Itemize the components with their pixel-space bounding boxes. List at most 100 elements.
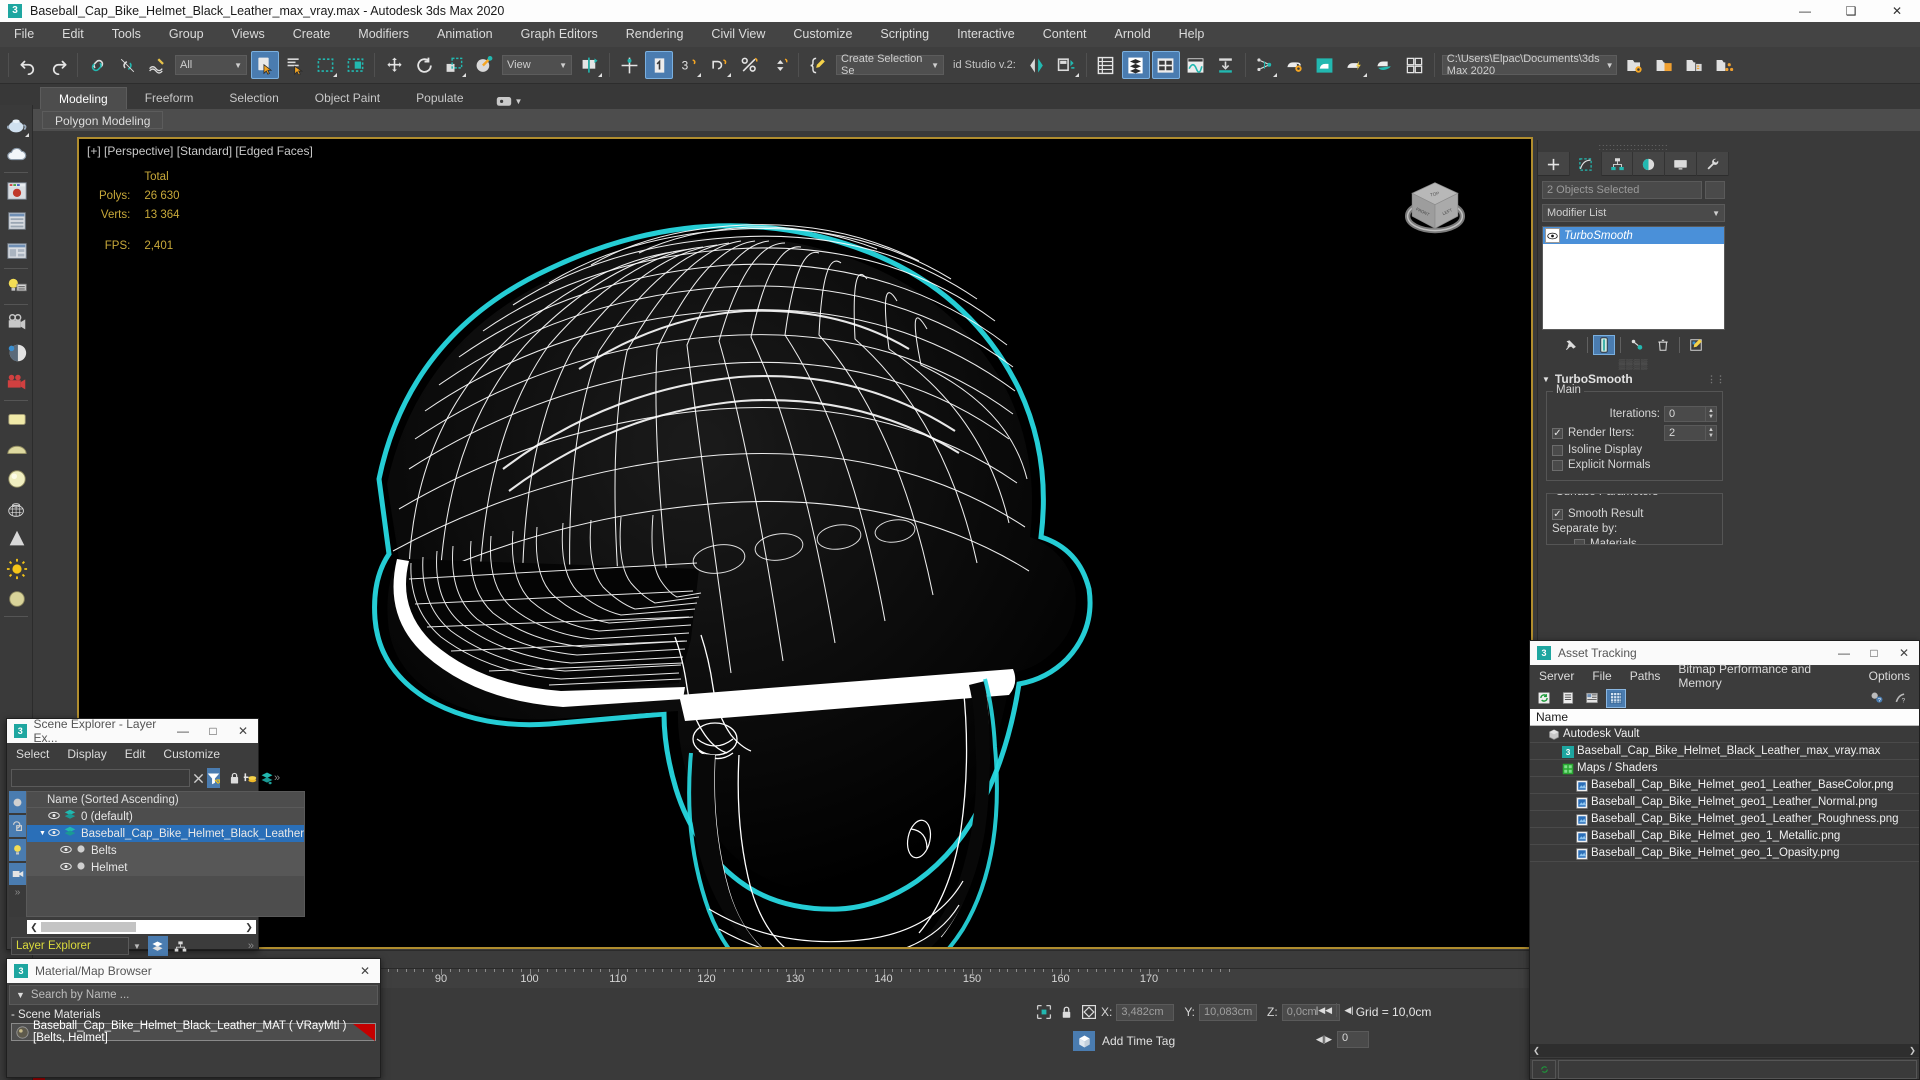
menu-views[interactable]: Views bbox=[218, 22, 279, 47]
undo-button[interactable] bbox=[14, 51, 42, 79]
tab-hierarchy[interactable] bbox=[1602, 152, 1634, 176]
scene-explorer-minimize-button[interactable]: — bbox=[168, 719, 198, 743]
eye-icon[interactable] bbox=[60, 845, 72, 857]
select-object-button[interactable] bbox=[251, 51, 279, 79]
menu-customize[interactable]: Customize bbox=[779, 22, 866, 47]
asset-tracking-column-header[interactable]: Name bbox=[1530, 709, 1919, 726]
add-layer-icon[interactable] bbox=[243, 768, 257, 788]
menu-create[interactable]: Create bbox=[279, 22, 345, 47]
detail-view-icon[interactable] bbox=[1582, 689, 1602, 708]
object-color-swatch[interactable] bbox=[1705, 181, 1725, 199]
side-overflow-icon[interactable]: » bbox=[9, 887, 26, 898]
asset-tracking-menu-server[interactable]: Server bbox=[1530, 669, 1583, 683]
project-assets-button[interactable] bbox=[1711, 51, 1739, 79]
slate-material-editor-icon[interactable] bbox=[2, 206, 31, 235]
asset-tracking-row[interactable]: Maps / Shaders bbox=[1530, 760, 1919, 777]
select-and-link-icon[interactable] bbox=[83, 51, 111, 79]
unlink-selection-icon[interactable] bbox=[113, 51, 141, 79]
asset-tracking-close-button[interactable]: ✕ bbox=[1889, 641, 1919, 665]
lock-selection-icon[interactable] bbox=[1055, 1002, 1077, 1022]
object-name-input[interactable] bbox=[1542, 181, 1702, 199]
cone-primitive-icon[interactable] bbox=[2, 524, 31, 553]
explorer-mode-select[interactable]: Layer Explorer bbox=[11, 937, 129, 955]
view-cube[interactable]: TOP FRONT LEFT bbox=[1397, 169, 1473, 245]
create-object-teapot-icon[interactable] bbox=[2, 110, 31, 139]
x-value[interactable]: 3,482cm bbox=[1116, 1003, 1175, 1021]
list-view-icon[interactable] bbox=[1558, 689, 1578, 708]
spinner-snap-arrows-button[interactable] bbox=[765, 51, 793, 79]
tab-utilities[interactable] bbox=[1697, 152, 1729, 176]
asset-tracking-menu-bitmap-performance-and-memory[interactable]: Bitmap Performance and Memory bbox=[1669, 662, 1859, 690]
previous-frame-button[interactable]: ◀| bbox=[1340, 1001, 1358, 1019]
selection-filter-select[interactable]: All ▼ bbox=[175, 55, 247, 75]
asset-tracking-row[interactable]: Autodesk Vault bbox=[1530, 726, 1919, 743]
hemisphere-primitive-icon[interactable] bbox=[2, 434, 31, 463]
show-end-result-button[interactable] bbox=[1593, 335, 1615, 355]
render-iters-checkbox[interactable]: ✓ bbox=[1552, 427, 1563, 439]
eye-icon[interactable] bbox=[48, 828, 60, 840]
material-browser-search-row[interactable]: ▼ Search by Name ... bbox=[9, 985, 378, 1005]
iterations-spinner[interactable]: ▲ ▼ bbox=[1706, 406, 1717, 422]
time-tag-icon[interactable] bbox=[1073, 1031, 1095, 1051]
scrollbar-thumb[interactable] bbox=[41, 922, 136, 932]
menu-scripting[interactable]: Scripting bbox=[866, 22, 943, 47]
ribbon-tab-modeling[interactable]: Modeling bbox=[40, 87, 127, 109]
scene-explorer-row[interactable]: Belts bbox=[27, 842, 305, 859]
configure-modifier-sets-button[interactable] bbox=[1685, 335, 1707, 355]
physical-camera-icon[interactable] bbox=[2, 338, 31, 367]
bind-to-space-warp-icon[interactable] bbox=[143, 51, 171, 79]
mirror-button[interactable] bbox=[1023, 51, 1051, 79]
scroll-left-icon[interactable]: ❮ bbox=[27, 922, 41, 933]
rectangular-selection-region-button[interactable] bbox=[311, 51, 339, 79]
open-folder-button[interactable] bbox=[1651, 51, 1679, 79]
light-lister-icon[interactable] bbox=[2, 272, 31, 301]
asset-tracking-row[interactable]: Baseball_Cap_Bike_Helmet_geo_1_Metallic.… bbox=[1530, 828, 1919, 845]
scroll-left-icon[interactable]: ❮ bbox=[1530, 1046, 1543, 1055]
toggle-lights-icon[interactable] bbox=[9, 839, 26, 861]
scene-explorer-row[interactable]: Helmet bbox=[27, 859, 305, 876]
asset-tracking-row[interactable]: Baseball_Cap_Bike_Helmet_geo1_Leather_Ro… bbox=[1530, 811, 1919, 828]
schematic-view-button[interactable] bbox=[1212, 51, 1240, 79]
help-icon[interactable]: ? bbox=[1867, 689, 1887, 708]
menu-arnold[interactable]: Arnold bbox=[1101, 22, 1165, 47]
toggle-cameras-icon[interactable] bbox=[9, 863, 26, 885]
menu-content[interactable]: Content bbox=[1029, 22, 1101, 47]
chevron-down-icon[interactable]: ▼ bbox=[16, 990, 25, 1000]
eye-icon[interactable] bbox=[60, 862, 72, 874]
project-explorer-button[interactable] bbox=[1681, 51, 1709, 79]
help-alt-icon[interactable]: ? bbox=[1891, 689, 1911, 708]
scene-explorer-menu-edit[interactable]: Edit bbox=[116, 747, 155, 761]
edit-named-selection-sets-button[interactable] bbox=[804, 51, 832, 79]
tab-create[interactable] bbox=[1538, 152, 1570, 176]
ribbon-panel-polygon-modeling[interactable]: Polygon Modeling bbox=[42, 111, 164, 129]
layer-view-icon[interactable] bbox=[147, 936, 168, 956]
tab-motion[interactable] bbox=[1633, 152, 1666, 176]
tab-display[interactable] bbox=[1665, 152, 1698, 176]
material-list-item[interactable]: Baseball_Cap_Bike_Helmet_Black_Leather_M… bbox=[11, 1020, 376, 1044]
menu-civil-view[interactable]: Civil View bbox=[697, 22, 779, 47]
asset-tracking-row[interactable]: Baseball_Cap_Bike_Helmet_geo1_Leather_No… bbox=[1530, 794, 1919, 811]
layer-stack-icon[interactable] bbox=[260, 768, 274, 788]
set-project-folder-button[interactable] bbox=[1621, 51, 1649, 79]
explicit-normals-checkbox[interactable] bbox=[1552, 459, 1563, 471]
smooth-result-row[interactable]: ✓ Smooth Result bbox=[1552, 508, 1717, 520]
selection-lock-region-icon[interactable] bbox=[1033, 1002, 1055, 1022]
menu-rendering[interactable]: Rendering bbox=[612, 22, 698, 47]
asset-tracking-row[interactable]: Baseball_Cap_Bike_Helmet_geo_1_Opasity.p… bbox=[1530, 845, 1919, 862]
filter-icon[interactable] bbox=[207, 768, 220, 788]
cloud-icon[interactable] bbox=[2, 140, 31, 169]
curve-editor-button[interactable] bbox=[1182, 51, 1210, 79]
select-by-name-button[interactable] bbox=[281, 51, 309, 79]
scene-explorer-column-header[interactable]: Name (Sorted Ascending) bbox=[27, 792, 305, 808]
ribbon-tab-object-paint[interactable]: Object Paint bbox=[297, 87, 398, 109]
close-button[interactable]: ✕ bbox=[1874, 0, 1920, 22]
use-pivot-point-center-button[interactable] bbox=[576, 51, 604, 79]
make-unique-button[interactable] bbox=[1626, 335, 1648, 355]
materials-checkbox[interactable] bbox=[1574, 538, 1585, 544]
scene-explorer-row[interactable]: 0 (default) bbox=[27, 808, 304, 825]
particle-view-button[interactable] bbox=[1251, 51, 1279, 79]
project-folder-select[interactable]: C:\Users\Elpac\Documents\3ds Max 2020 ▼ bbox=[1441, 53, 1617, 77]
angle-snap-toggle-button[interactable] bbox=[645, 51, 673, 79]
material-browser-close-button[interactable]: ✕ bbox=[350, 959, 380, 983]
ribbon-tab-populate[interactable]: Populate bbox=[398, 87, 481, 109]
